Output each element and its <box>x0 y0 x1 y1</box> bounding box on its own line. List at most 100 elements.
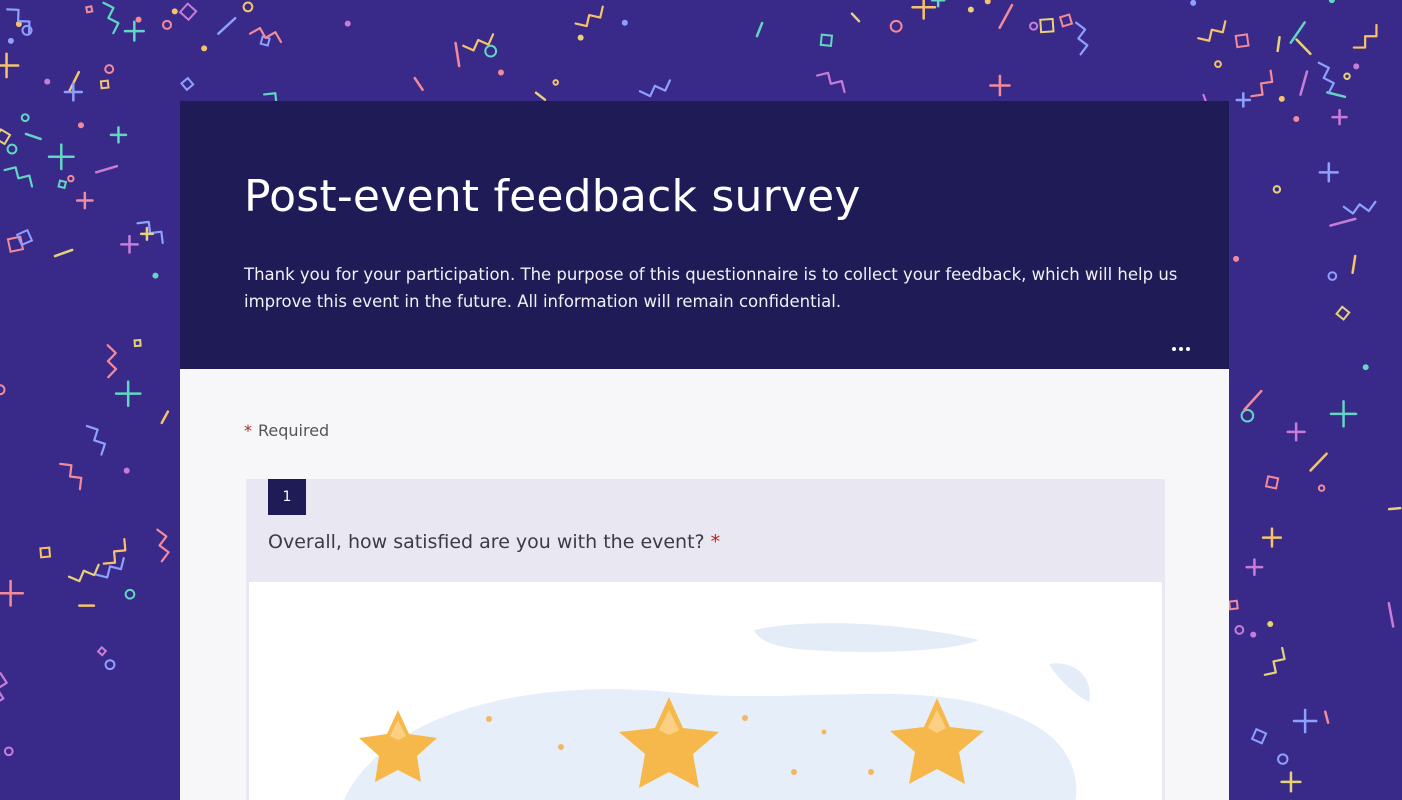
confetti-shape <box>454 41 461 68</box>
confetti-shape <box>44 78 51 85</box>
confetti-shape <box>217 16 237 35</box>
confetti-shape <box>1293 115 1300 122</box>
confetti-shape <box>152 272 159 279</box>
confetti-shape <box>1228 599 1239 611</box>
confetti-shape <box>59 462 83 491</box>
confetti-shape <box>1250 69 1274 98</box>
confetti-shape <box>171 8 178 15</box>
stars-illustration <box>343 623 1090 800</box>
confetti-shape <box>67 174 75 183</box>
confetti-shape <box>124 588 136 600</box>
form-body: * Required 1 Overall, how satisfied are y… <box>180 369 1229 800</box>
question-label: Overall, how satisfied are you with the … <box>268 531 705 553</box>
confetti-shape <box>1278 95 1285 102</box>
confetti-shape <box>53 248 74 258</box>
confetti-shape <box>6 143 18 155</box>
confetti-shape <box>1276 35 1281 53</box>
confetti-shape <box>967 6 974 13</box>
confetti-shape <box>156 528 170 563</box>
confetti-shape <box>755 21 764 38</box>
confetti-shape <box>462 33 495 52</box>
confetti-shape <box>1233 255 1240 262</box>
confetti-shape <box>160 410 170 425</box>
confetti-shape <box>1039 17 1055 34</box>
confetti-shape <box>1329 217 1357 227</box>
confetti-shape <box>552 79 560 86</box>
confetti-shape <box>1267 621 1274 628</box>
confetti-shape <box>94 164 119 174</box>
confetti-shape <box>1250 631 1257 638</box>
confetti-shape <box>1323 710 1330 724</box>
confetti-shape <box>99 79 110 90</box>
confetti-shape <box>96 645 108 657</box>
confetti-shape <box>1327 271 1338 281</box>
more-horizontal-icon <box>1172 347 1176 351</box>
confetti-shape <box>1387 601 1395 628</box>
survey-page: Post-event feedback survey Thank you for… <box>0 0 1402 800</box>
confetti-shape <box>497 69 504 76</box>
required-label: Required <box>258 421 330 440</box>
confetti-shape <box>3 166 34 188</box>
confetti-shape <box>106 344 118 379</box>
confetti-shape <box>1058 13 1074 28</box>
confetti-shape <box>574 5 604 28</box>
confetti-shape <box>133 338 142 348</box>
confetti-shape <box>1387 506 1402 511</box>
confetti-shape <box>1250 727 1268 745</box>
confetti-shape <box>135 16 142 23</box>
form-description: Thank you for your participation. The pu… <box>244 265 1178 311</box>
more-horizontal-icon-dot <box>1179 347 1183 351</box>
confetti-shape <box>1263 646 1286 676</box>
confetti-shape <box>1309 452 1328 472</box>
confetti-shape <box>577 34 584 41</box>
confetti-shape <box>1234 624 1245 635</box>
confetti-shape <box>1335 305 1351 321</box>
confetti-shape <box>1197 20 1227 42</box>
confetti-shape <box>0 384 6 396</box>
confetti-shape <box>201 45 208 52</box>
confetti-shape <box>20 113 30 123</box>
confetti-shape <box>1029 21 1039 31</box>
required-asterisk: * <box>244 421 252 440</box>
confetti-shape <box>1243 389 1263 411</box>
confetti-shape <box>984 0 991 5</box>
more-options-button[interactable] <box>1167 339 1195 359</box>
confetti-shape <box>7 37 14 44</box>
confetti-shape <box>104 659 116 671</box>
confetti-shape <box>0 128 12 146</box>
confetti-shape <box>85 5 94 14</box>
required-note: * Required <box>244 421 329 440</box>
confetti-shape <box>1362 364 1369 371</box>
confetti-shape <box>104 64 115 75</box>
confetti-shape <box>95 557 125 579</box>
confetti-shape <box>102 1 120 35</box>
confetti-shape <box>1353 63 1360 70</box>
confetti-shape <box>102 538 127 565</box>
confetti-shape <box>1317 61 1335 95</box>
confetti-shape <box>57 179 68 190</box>
confetti-shape <box>413 76 424 91</box>
confetti-shape <box>1351 254 1357 275</box>
confetti-shape <box>1326 91 1347 99</box>
question-number: 1 <box>268 479 306 515</box>
confetti-shape <box>136 220 164 245</box>
confetti-shape <box>178 2 198 22</box>
confetti-shape <box>1342 200 1377 215</box>
confetti-shape <box>15 228 34 247</box>
confetti-shape <box>77 122 84 129</box>
confetti-shape <box>1075 21 1089 56</box>
confetti-shape <box>0 672 8 706</box>
confetti-shape <box>1234 33 1250 49</box>
confetti-shape <box>638 79 672 98</box>
confetti-shape <box>819 33 834 47</box>
confetti-shape <box>998 3 1014 30</box>
confetti-shape <box>1264 475 1280 490</box>
confetti-shape <box>180 76 195 92</box>
confetti-shape <box>1317 484 1326 492</box>
confetti-shape <box>1343 72 1351 80</box>
confetti-shape <box>1190 0 1197 6</box>
confetti-shape <box>1328 0 1335 4</box>
confetti-shape <box>85 424 107 456</box>
confetti-shape <box>815 71 846 94</box>
confetti-shape <box>1272 185 1282 194</box>
